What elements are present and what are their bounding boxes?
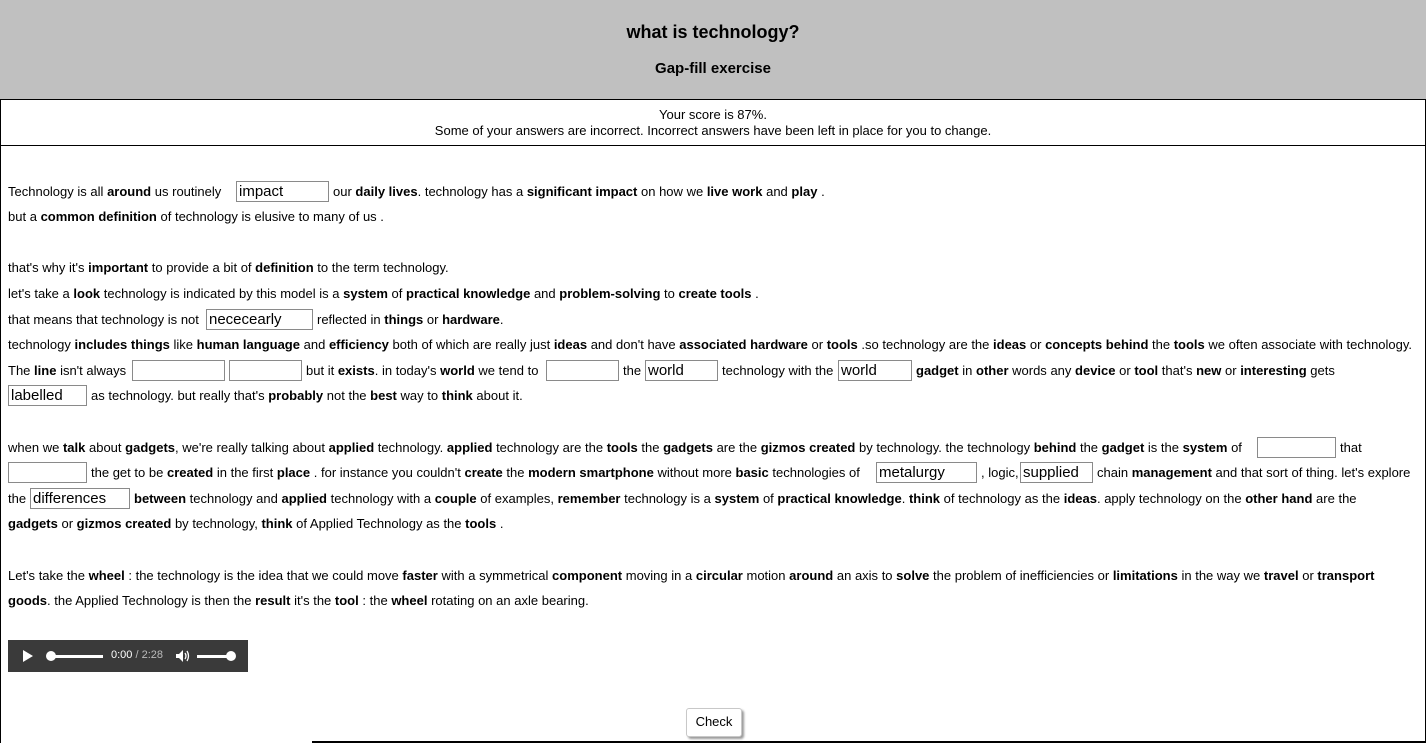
- gap-input[interactable]: [206, 309, 313, 330]
- volume-icon[interactable]: [176, 650, 190, 662]
- text-segment: the: [8, 491, 27, 506]
- time-display: 0:00 / 2:28: [111, 649, 163, 661]
- gap-input[interactable]: [1020, 462, 1093, 483]
- gap-input[interactable]: [546, 360, 619, 381]
- text-segment: when we talk about gadgets, we're really…: [8, 440, 1242, 455]
- gap-input[interactable]: [876, 462, 977, 483]
- seek-handle[interactable]: [46, 651, 56, 661]
- text-segment: The line isn't always: [8, 363, 127, 378]
- text-segment: but it exists. in today's world we tend …: [306, 363, 539, 378]
- page-title: what is technology?: [626, 22, 800, 42]
- text-segment: the: [623, 363, 642, 378]
- text-segment: that: [1340, 440, 1362, 455]
- header: what is technology? Gap-fill exercise: [0, 0, 1426, 99]
- text-segment: between technology and applied technolog…: [134, 491, 1357, 506]
- text-segment: the get to be created in the first place…: [91, 465, 860, 480]
- text-segment: , logic,: [981, 465, 1019, 480]
- current-time: 0:00: [111, 649, 133, 661]
- text-segment: as technology. but really that's probabl…: [91, 388, 523, 403]
- play-icon[interactable]: [23, 650, 33, 662]
- gap-input[interactable]: [30, 488, 130, 509]
- gap-input[interactable]: [645, 360, 718, 381]
- gap-input[interactable]: [236, 181, 329, 202]
- text-segment: Technology is all around us routinely: [8, 184, 222, 199]
- text-segment: technology includes things like human la…: [8, 337, 1413, 352]
- text-segment: reflected in things or hardware.: [317, 312, 504, 327]
- text-segment: gadgets or gizmos created by technology,…: [8, 516, 504, 531]
- text-segment: gadget in other words any device or tool…: [916, 363, 1335, 378]
- score-text: Your score is 87%.: [659, 107, 767, 122]
- duration: / 2:28: [135, 649, 164, 661]
- volume-handle[interactable]: [226, 651, 236, 661]
- feedback-message: Some of your answers are incorrect. Inco…: [434, 123, 992, 138]
- text-segment: technology with the: [722, 363, 834, 378]
- audio-player[interactable]: 0:00 / 2:28: [8, 640, 248, 672]
- seek-bar[interactable]: [50, 655, 103, 658]
- gap-input[interactable]: [132, 360, 225, 381]
- check-button[interactable]: Check: [686, 708, 742, 737]
- gap-input[interactable]: [1257, 437, 1336, 458]
- text-segment: but a common definition of technology is…: [8, 209, 384, 224]
- gap-input[interactable]: [8, 385, 87, 406]
- text-segment: chain management and that sort of thing.…: [1097, 465, 1411, 480]
- gap-input[interactable]: [229, 360, 302, 381]
- page-subtitle: Gap-fill exercise: [655, 60, 771, 77]
- gap-input[interactable]: [8, 462, 87, 483]
- text-segment: our daily lives. technology has a signif…: [333, 184, 825, 199]
- text-segment: let's take a look technology is indicate…: [8, 286, 759, 301]
- text-segment: goods. the Applied Technology is then th…: [8, 593, 589, 608]
- gap-input[interactable]: [838, 360, 912, 381]
- feedback-panel: Your score is 87%. Some of your answers …: [0, 99, 1426, 146]
- text-segment: that means that technology is not: [8, 312, 199, 327]
- text-segment: that's why it's important to provide a b…: [8, 260, 449, 275]
- text-segment: Let's take the wheel : the technology is…: [8, 568, 1375, 583]
